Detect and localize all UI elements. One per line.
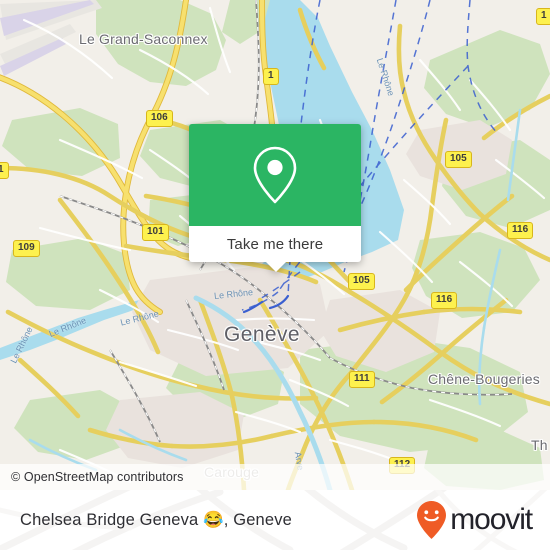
app-screenshot: Le Grand-Saconnex Genève Chêne-Bougeries… [0, 0, 550, 550]
map-canvas[interactable]: Le Grand-Saconnex Genève Chêne-Bougeries… [0, 0, 550, 490]
moovit-wordmark: moovit [450, 503, 533, 536]
popup-pointer-tail [265, 261, 287, 272]
map-pin-icon [253, 146, 297, 204]
location-popup-card[interactable]: Take me there [189, 124, 361, 272]
moovit-logo[interactable]: moovit [415, 500, 533, 540]
bottom-info-bar: Chelsea Bridge Geneva 😂, Geneve moovit [0, 490, 550, 550]
popup-image-panel [189, 124, 361, 226]
moovit-smiling-pin-icon [417, 501, 447, 539]
take-me-there-label: Take me there [226, 235, 324, 253]
take-me-there-button[interactable]: Take me there [189, 226, 361, 262]
place-title: Chelsea Bridge Geneva 😂, Geneve [20, 510, 292, 529]
